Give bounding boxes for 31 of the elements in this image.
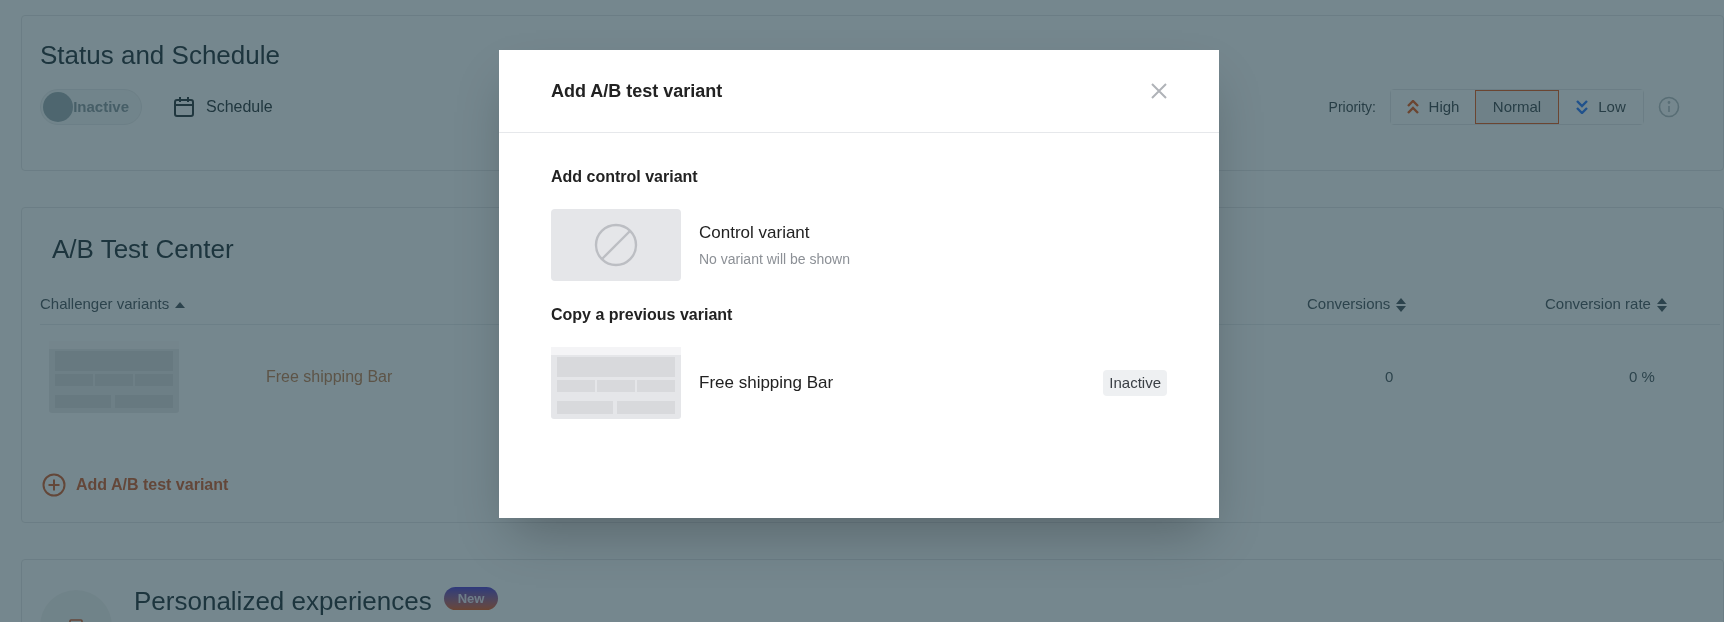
priority-option[interactable]: Normal [1475, 90, 1559, 124]
close-icon [1151, 83, 1167, 99]
table-cell-text: 0 [1385, 366, 1394, 387]
column-header[interactable]: Conversions [1307, 293, 1407, 316]
variant-name: Control variant [699, 222, 811, 245]
add-variant-button[interactable]: Add A/B test variant [42, 473, 229, 497]
variant-name: Free shipping Bar [266, 367, 393, 387]
status-badge: Inactive [1103, 369, 1167, 397]
add-circle-icon [42, 473, 66, 497]
section-title: A/B Test Center [52, 233, 234, 266]
variant-option[interactable]: Control variant No variant will be shown [551, 209, 1167, 281]
section-heading: Add control variant [551, 167, 699, 187]
info-icon [1658, 96, 1680, 118]
chevrons-up-icon [1406, 100, 1419, 114]
column-header[interactable]: Conversion rate [1545, 293, 1667, 316]
modal-title: Add A/B test variant [551, 79, 723, 103]
priority-label: Priority: [1328, 97, 1376, 117]
variant-option[interactable]: Free shipping Bar Inactive [551, 347, 1167, 419]
variant-name: Free shipping Bar [699, 372, 834, 395]
table-cell-text: 0 % [1629, 366, 1655, 387]
column-header[interactable]: Challenger variants [40, 293, 186, 316]
calendar-icon [172, 95, 196, 119]
chevrons-down-icon [1576, 100, 1589, 114]
schedule-button[interactable]: Schedule [172, 95, 273, 119]
section-title: Status and Schedule [40, 39, 280, 72]
prohibited-icon [594, 223, 638, 267]
variant-description: No variant will be shown [699, 249, 850, 269]
close-button[interactable] [1151, 83, 1167, 99]
new-badge: New [443, 587, 499, 610]
section-heading: Copy a previous variant [551, 305, 734, 325]
section-title: Personalized experiences [134, 585, 432, 618]
